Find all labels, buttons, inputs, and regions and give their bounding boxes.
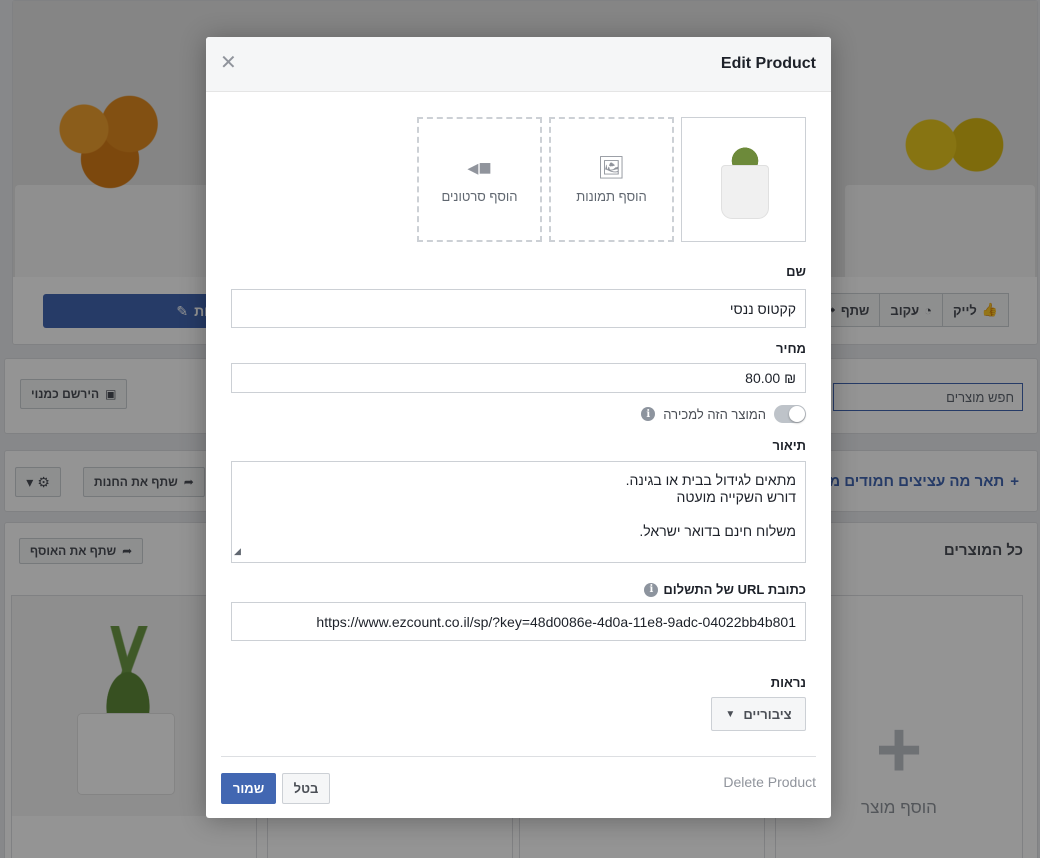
name-input[interactable]: קקטוס ננסי [231,289,806,328]
visibility-label: נראות [771,675,806,690]
chevron-down-icon: ▼ [725,708,736,720]
visibility-value: ציבוריים [743,706,792,722]
name-label-text: שם [786,264,806,279]
price-label: מחיר [776,341,806,356]
add-videos-label: הוסף סרטונים [441,189,518,204]
checkout-url-label: כתובת URL של התשלום i [644,582,806,597]
info-icon[interactable]: i [641,407,656,421]
description-label: תיאור [772,438,806,453]
add-photos-button[interactable]: 🖼 הוסף תמונות [549,117,674,242]
dialog-header: Edit Product ✕ [206,37,831,92]
description-line: משלוח חינם בדואר ישראל. [639,523,796,539]
description-line: דורש השקייה מועטה [676,489,796,505]
edit-product-dialog: Edit Product ✕ 🖼 הוסף תמונות ■◂ הוסף סרט… [206,37,831,818]
resize-handle-icon[interactable]: ◢ [234,543,241,560]
product-photo-thumbnail[interactable] [681,117,806,242]
dialog-title: Edit Product [720,55,816,72]
video-camera-icon: ■◂ [467,155,492,180]
footer-divider [221,756,816,757]
description-line: מתאים לגידול בבית או בגינה. [625,472,796,488]
description-line [241,506,796,523]
delete-product-link[interactable]: Delete Product [723,774,816,790]
price-label-text: מחיר [776,341,806,356]
description-label-text: תיאור [772,438,806,453]
price-input[interactable]: ₪ 80.00 [231,363,806,393]
info-icon[interactable]: i [644,582,659,597]
description-textarea[interactable]: מתאים לגידול בבית או בגינה. דורש השקייה … [231,461,806,563]
cancel-button[interactable]: בטל [282,773,330,804]
for-sale-label: המוצר הזה למכירה [663,406,766,422]
media-row: 🖼 הוסף תמונות ■◂ הוסף סרטונים [417,117,806,242]
checkout-url-input[interactable]: https://www.ezcount.co.il/sp/?key=48d008… [231,602,806,641]
for-sale-row: המוצר הזה למכירה i [641,405,806,423]
pot [722,166,768,218]
close-icon[interactable]: ✕ [220,53,237,73]
add-photo-icon: 🖼 [597,155,626,180]
toggle-knob [789,406,805,422]
checkout-url-label-text: כתובת URL של התשלום [663,582,806,597]
add-videos-button[interactable]: ■◂ הוסף סרטונים [417,117,542,242]
save-button[interactable]: שמור [221,773,276,804]
add-photos-label: הוסף תמונות [576,189,647,204]
visibility-label-text: נראות [770,675,806,690]
visibility-dropdown[interactable]: ציבוריים ▼ [711,697,806,731]
name-label: שם [786,264,806,279]
for-sale-toggle[interactable] [774,405,806,423]
